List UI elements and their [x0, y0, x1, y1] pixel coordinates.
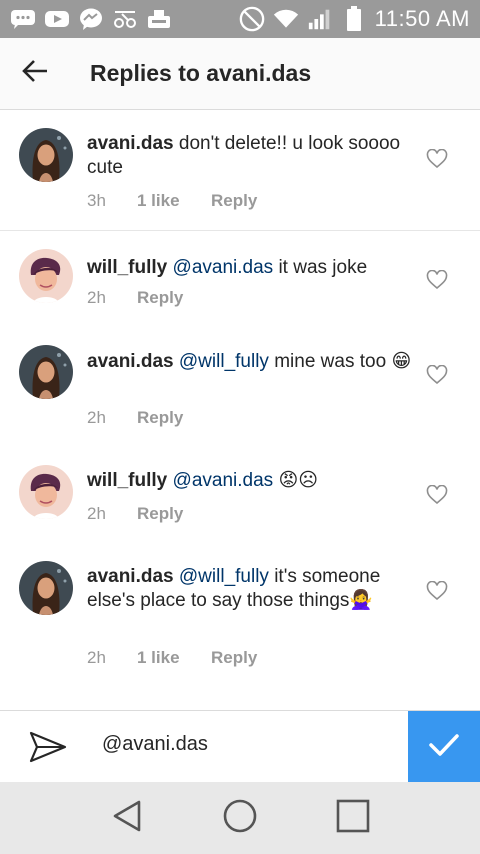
wifi-icon: [273, 8, 299, 30]
timestamp: 2h: [87, 288, 106, 307]
comment-text: avani.das @will_fully mine was too 😁: [87, 350, 417, 374]
timestamp: 2h: [87, 648, 106, 667]
reply-button[interactable]: Reply: [211, 191, 257, 211]
reply-button[interactable]: Reply: [137, 408, 183, 428]
heart-icon[interactable]: [426, 269, 448, 290]
heart-icon[interactable]: [426, 580, 448, 601]
comment-composer: @avani.das: [0, 710, 480, 783]
emoji: 😁: [391, 351, 412, 372]
emoji: 😡☹: [278, 470, 319, 491]
comment-message: it was joke: [278, 257, 368, 278]
comment-meta: 2h Reply: [87, 288, 183, 308]
home-circle-icon: [222, 798, 258, 839]
recents-square-icon: [336, 799, 370, 838]
timestamp: 3h: [87, 191, 106, 210]
tray-icon: [146, 8, 172, 30]
username[interactable]: avani.das: [87, 133, 174, 154]
reply-button[interactable]: Reply: [137, 504, 183, 524]
nav-back-button[interactable]: [103, 794, 151, 842]
username[interactable]: avani.das: [87, 351, 174, 372]
status-bar: 11:50 AM: [0, 0, 480, 38]
reply-button[interactable]: Reply: [211, 648, 257, 668]
signal-icon: [307, 8, 333, 30]
comment-text: will_fully @avani.das 😡☹: [87, 469, 417, 493]
timestamp: 2h: [87, 504, 106, 523]
comments-list[interactable]: avani.das don't delete!! u look soooo cu…: [0, 110, 480, 710]
arrow-left-icon: [21, 59, 49, 88]
status-bar-notifications: [10, 8, 172, 30]
timestamp: 2h: [87, 408, 106, 427]
mention-link[interactable]: @avani.das: [173, 470, 274, 491]
heart-icon[interactable]: [426, 364, 448, 385]
heart-icon[interactable]: [426, 484, 448, 505]
username[interactable]: will_fully: [87, 257, 167, 278]
do-not-disturb-icon: [239, 6, 265, 32]
comment-message: mine was too: [274, 351, 387, 372]
battery-icon: [341, 6, 367, 31]
avatar[interactable]: [19, 561, 73, 615]
comment-meta: 2h 1 like Reply: [87, 648, 257, 668]
checkmark-icon: [428, 732, 460, 763]
parent-comment: avani.das don't delete!! u look soooo cu…: [0, 110, 480, 231]
reply-button[interactable]: Reply: [137, 288, 183, 308]
link-icon: [112, 8, 138, 30]
nav-home-button[interactable]: [216, 794, 264, 842]
comment-text: will_fully @avani.das it was joke: [87, 256, 417, 280]
avatar[interactable]: [19, 465, 73, 519]
heart-icon[interactable]: [426, 148, 448, 169]
comment-input[interactable]: @avani.das: [102, 733, 208, 756]
likes-count[interactable]: 1 like: [137, 648, 211, 668]
nav-recents-button[interactable]: [329, 794, 377, 842]
chat-icon: [10, 8, 36, 30]
post-button[interactable]: [408, 711, 480, 783]
username[interactable]: will_fully: [87, 470, 167, 491]
system-nav-bar: [0, 782, 480, 854]
back-triangle-icon: [111, 799, 143, 838]
reply-comment: will_fully @avani.das 😡☹ 2h Reply: [0, 451, 480, 547]
reply-comment: avani.das @will_fully it's someone else'…: [0, 547, 480, 677]
messenger-icon: [78, 8, 104, 30]
reply-comment: avani.das @will_fully mine was too 😁 2h …: [0, 331, 480, 451]
status-bar-system: 11:50 AM: [239, 6, 470, 32]
mention-link[interactable]: @will_fully: [179, 351, 269, 372]
avatar[interactable]: [19, 249, 73, 303]
status-time: 11:50 AM: [374, 6, 470, 31]
comment-meta: 2h Reply: [87, 408, 183, 428]
back-button[interactable]: [0, 38, 70, 110]
username[interactable]: avani.das: [87, 566, 174, 587]
page-title: Replies to avani.das: [90, 60, 312, 86]
mention-link[interactable]: @avani.das: [173, 257, 274, 278]
comment-text: avani.das @will_fully it's someone else'…: [87, 565, 417, 613]
reply-comment: will_fully @avani.das it was joke 2h Rep…: [0, 231, 480, 331]
likes-count[interactable]: 1 like: [137, 191, 211, 211]
comment-meta: 3h 1 like Reply: [87, 191, 257, 211]
mention-link[interactable]: @will_fully: [179, 566, 269, 587]
comment-meta: 2h Reply: [87, 504, 183, 524]
comment-text: avani.das don't delete!! u look soooo cu…: [87, 132, 417, 180]
youtube-icon: [44, 8, 70, 30]
top-app-bar: Replies to avani.das: [0, 38, 480, 110]
paper-plane-icon[interactable]: [28, 729, 68, 765]
avatar[interactable]: [19, 128, 73, 182]
avatar[interactable]: [19, 345, 73, 399]
